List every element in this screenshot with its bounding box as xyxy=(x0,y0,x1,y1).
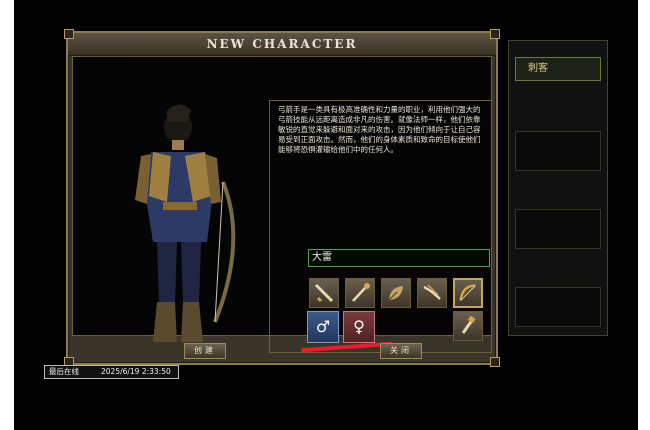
last-online-bar: 最后在线 2025/6/19 2:33:50 xyxy=(44,365,179,379)
character-slot-tab[interactable]: 刺客 xyxy=(515,57,601,81)
class-wizard-button[interactable] xyxy=(345,278,375,308)
character-portrait xyxy=(135,104,236,342)
character-list-panel: 刺客 xyxy=(508,40,608,336)
female-symbol-icon: ♀ xyxy=(353,317,365,336)
male-symbol-icon: ♂ xyxy=(315,317,331,336)
character-slot-label: 刺客 xyxy=(528,63,548,74)
character-slot[interactable] xyxy=(515,287,601,327)
class-archer-button[interactable] xyxy=(453,278,483,308)
dialog-title: NEW CHARACTER xyxy=(206,37,358,51)
close-button[interactable]: 关闭 xyxy=(380,343,422,359)
wizard-staff-icon xyxy=(352,283,370,302)
last-online-label: 最后在线 xyxy=(49,367,79,376)
gender-male-button[interactable]: ♂ xyxy=(307,311,339,343)
frame-corner xyxy=(64,29,74,39)
monk-weapon-icon xyxy=(461,315,476,334)
character-name-input[interactable]: 大雷 xyxy=(308,249,490,267)
frame-corner xyxy=(490,29,500,39)
class-warrior-button[interactable] xyxy=(309,278,339,308)
create-button[interactable]: 创建 xyxy=(184,343,226,359)
frame-corner xyxy=(490,357,500,367)
warrior-sword-icon xyxy=(314,283,334,303)
character-slot[interactable] xyxy=(515,209,601,249)
last-online-timestamp: 2025/6/19 2:33:50 xyxy=(101,367,171,376)
archer-bow-icon xyxy=(459,284,476,301)
new-character-dialog: NEW CHARACTER 弓箭手是一类具有极高准确性和力量的职业，利用他们强大… xyxy=(64,29,500,367)
character-slot[interactable] xyxy=(515,131,601,171)
class-description-text: 弓箭手是一类具有极高准确性和力量的职业，利用他们强大的弓箭技能从远距离造成非凡的… xyxy=(278,105,481,154)
class-monk-button[interactable] xyxy=(453,311,483,341)
dialog-titlebar: NEW CHARACTER xyxy=(68,33,496,56)
class-assassin-button[interactable] xyxy=(417,278,447,308)
character-preview-area: 弓箭手是一类具有极高准确性和力量的职业，利用他们强大的弓箭技能从远距离造成非凡的… xyxy=(72,56,492,353)
class-taoist-button[interactable] xyxy=(381,278,411,308)
assassin-blade-icon xyxy=(423,284,441,300)
taoist-fan-icon xyxy=(388,286,403,301)
gender-female-button[interactable]: ♀ xyxy=(343,311,375,343)
